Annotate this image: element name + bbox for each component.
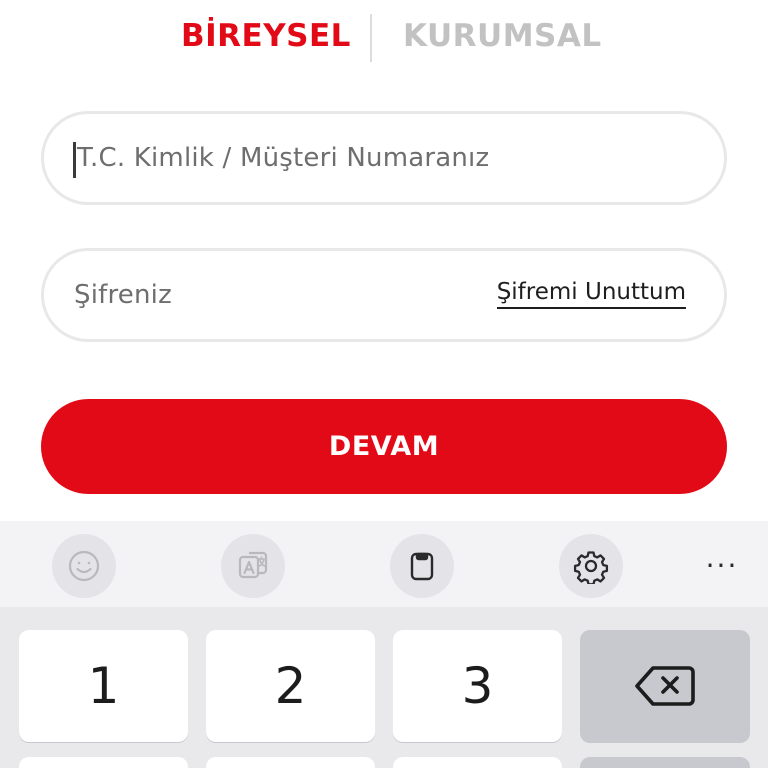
key-row2-2[interactable] — [206, 757, 375, 768]
tab-corporate[interactable]: KURUMSAL — [403, 18, 602, 54]
id-number-field[interactable]: T.C. Kimlik / Müşteri Numaranız — [41, 111, 727, 205]
text-caret — [73, 142, 76, 178]
key-row2-3[interactable] — [393, 757, 562, 768]
segment-tabs: BİREYSEL KURUMSAL — [0, 14, 768, 62]
continue-button[interactable]: DEVAM — [41, 399, 727, 494]
tab-divider — [370, 14, 372, 62]
emoji-icon[interactable] — [52, 534, 116, 598]
key-row2-4[interactable] — [580, 757, 750, 768]
translate-icon[interactable] — [221, 534, 285, 598]
backspace-key[interactable] — [580, 630, 750, 742]
id-number-placeholder: T.C. Kimlik / Müşteri Numaranız — [77, 143, 490, 173]
password-placeholder: Şifreniz — [74, 280, 172, 310]
clipboard-icon[interactable] — [390, 534, 454, 598]
key-3[interactable]: 3 — [393, 630, 562, 742]
keyboard: ··· 1 2 3 — [0, 521, 768, 768]
forgot-password-link[interactable]: Şifremi Unuttum — [496, 279, 686, 309]
more-icon[interactable]: ··· — [694, 549, 750, 582]
backspace-icon — [635, 666, 695, 706]
key-1[interactable]: 1 — [19, 630, 188, 742]
key-2[interactable]: 2 — [206, 630, 375, 742]
password-field[interactable]: Şifreniz Şifremi Unuttum — [41, 248, 727, 342]
keyboard-toolbar: ··· — [0, 521, 768, 607]
tab-personal[interactable]: BİREYSEL — [181, 18, 351, 54]
settings-icon[interactable] — [559, 534, 623, 598]
key-row2-1[interactable] — [19, 757, 188, 768]
